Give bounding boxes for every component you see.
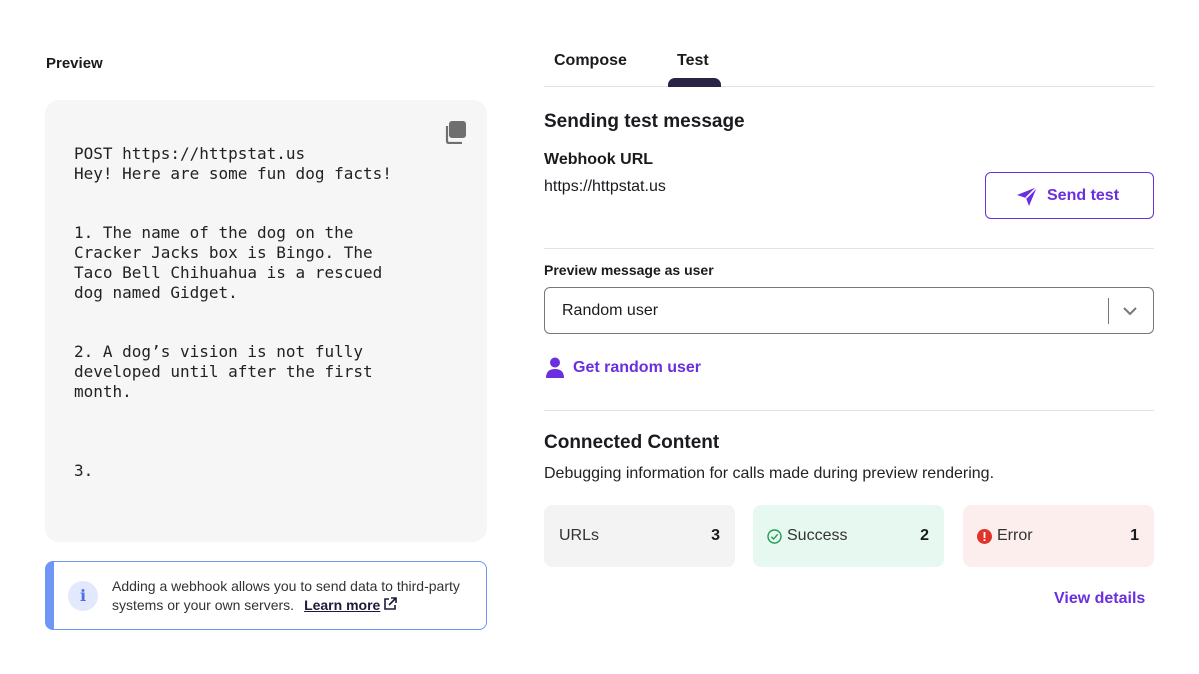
- code-preview-text: POST https://httpstat.us Hey! Here are s…: [74, 144, 392, 480]
- user-icon: [546, 357, 564, 378]
- learn-more-link[interactable]: Learn more: [304, 597, 398, 613]
- send-test-button[interactable]: Send test: [985, 172, 1154, 219]
- connected-content-description: Debugging information for calls made dur…: [544, 465, 995, 482]
- preview-heading: Preview: [46, 55, 103, 72]
- tab-bar: Compose Test: [544, 44, 1154, 87]
- view-details-link[interactable]: View details: [1054, 590, 1145, 608]
- sending-test-title: Sending test message: [544, 111, 745, 132]
- stat-label: Success: [787, 527, 848, 544]
- stat-count: 2: [920, 527, 929, 544]
- divider: [544, 410, 1154, 411]
- preview-user-select[interactable]: Random user: [544, 287, 1154, 334]
- tab-compose[interactable]: Compose: [554, 52, 627, 70]
- preview-user-label: Preview message as user: [544, 262, 714, 278]
- stat-card-urls: URLs 3: [544, 505, 735, 567]
- stat-label: Error: [997, 527, 1033, 544]
- chevron-down-icon[interactable]: [1122, 304, 1138, 318]
- webhook-info-banner: i Adding a webhook allows you to send da…: [45, 561, 487, 630]
- divider: [544, 248, 1154, 249]
- info-message: Adding a webhook allows you to send data…: [112, 578, 460, 613]
- info-text: Adding a webhook allows you to send data…: [112, 577, 482, 615]
- stat-count: 3: [711, 527, 720, 544]
- external-link-icon: [384, 597, 398, 610]
- get-random-user-label: Get random user: [573, 359, 702, 376]
- check-circle-icon: [767, 529, 782, 544]
- stat-label: URLs: [559, 527, 600, 544]
- stat-card-success: Success 2: [753, 505, 944, 567]
- select-separator: [1108, 298, 1109, 324]
- send-test-label: Send test: [1047, 187, 1120, 204]
- learn-more-label: Learn more: [304, 597, 381, 613]
- send-icon: [1017, 186, 1038, 206]
- preview-user-value: Random user: [562, 302, 659, 319]
- info-icon: i: [68, 581, 98, 611]
- stat-count: 1: [1130, 527, 1139, 544]
- connected-content-title: Connected Content: [544, 432, 720, 453]
- webhook-url-label: Webhook URL: [544, 151, 654, 168]
- active-tab-indicator: [668, 78, 721, 87]
- webhook-url-value: https://httpstat.us: [544, 178, 666, 195]
- copy-icon[interactable]: [443, 120, 467, 144]
- stat-card-error: Error 1: [963, 505, 1154, 567]
- error-icon: [977, 529, 992, 544]
- code-preview-panel: POST https://httpstat.us Hey! Here are s…: [45, 100, 487, 542]
- tab-test[interactable]: Test: [677, 52, 709, 70]
